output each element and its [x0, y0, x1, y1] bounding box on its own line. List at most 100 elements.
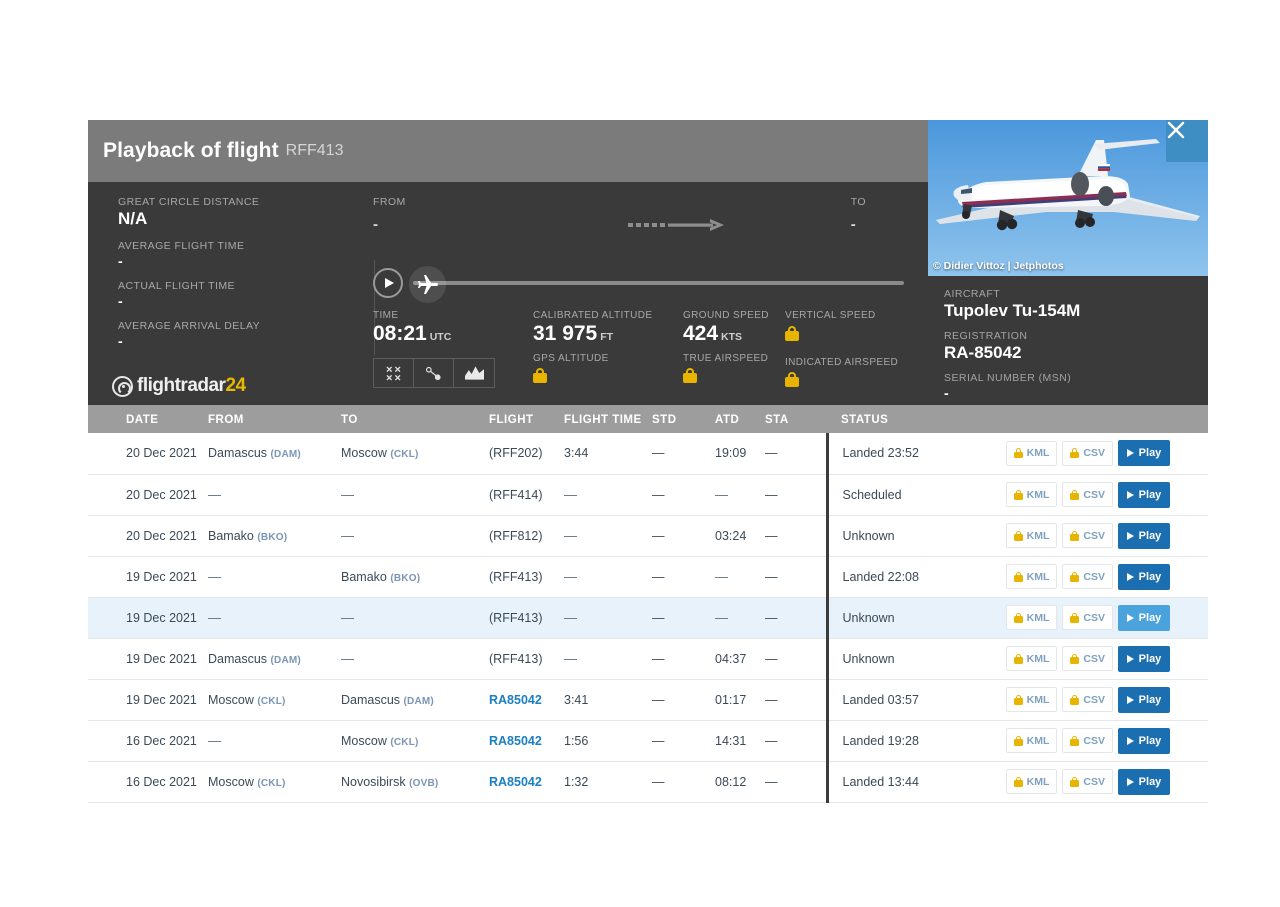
flight-number: (RFF812)	[489, 528, 543, 543]
lock-icon	[1070, 612, 1080, 623]
csv-download-button[interactable]: CSV	[1062, 687, 1113, 712]
csv-download-button[interactable]: CSV	[1062, 440, 1113, 466]
cell-sta: —	[765, 474, 827, 516]
destination-name: —	[341, 487, 354, 502]
column-header-from[interactable]: FROM	[208, 405, 341, 433]
column-header-date[interactable]: DATE	[88, 405, 208, 433]
slider-handle-airplane-icon[interactable]	[409, 266, 446, 303]
play-button[interactable]: Play	[1118, 604, 1170, 631]
play-button[interactable]: Play	[1118, 522, 1170, 549]
column-header-std[interactable]: STD	[652, 405, 715, 433]
play-triangle-icon	[385, 278, 394, 288]
cell-std: —	[652, 638, 715, 680]
column-header-status[interactable]: STATUS	[827, 405, 987, 433]
table-row[interactable]: 16 Dec 2021 Moscow (CKL) Novosibirsk (OVB)…	[88, 761, 1208, 803]
play-button[interactable]: Play	[1118, 768, 1170, 795]
kml-download-button[interactable]: KML	[1005, 564, 1058, 589]
csv-download-button[interactable]: CSV	[1062, 728, 1113, 753]
csv-download-button[interactable]: CSV	[1062, 646, 1113, 671]
play-triangle-icon	[1126, 449, 1134, 458]
lock-icon	[1070, 489, 1080, 500]
table-row[interactable]: 16 Dec 2021— Moscow (CKL) RA85042 1:56—14:3…	[88, 720, 1208, 762]
destination-name: Damascus	[341, 692, 401, 707]
true-airspeed-lock-icon[interactable]	[683, 368, 697, 384]
close-button[interactable]	[1166, 120, 1208, 162]
table-row[interactable]: 19 Dec 2021— — (RFF413) — — — — Unknown KML CSV Pl…	[88, 597, 1208, 639]
lock-icon	[1013, 530, 1023, 541]
origin-name: —	[208, 569, 221, 584]
table-row[interactable]: 19 Dec 2021 Moscow (CKL) Damascus (DAM) RA8…	[88, 679, 1208, 721]
playback-controls	[373, 260, 904, 306]
status-badge: Unknown	[842, 610, 895, 625]
column-header-sta[interactable]: STA	[765, 405, 827, 433]
altitude-graph-icon[interactable]	[454, 359, 494, 387]
column-header-flight-time[interactable]: FLIGHT TIME	[564, 405, 652, 433]
play-button[interactable]: Play	[1118, 686, 1170, 713]
collapse-icon[interactable]	[374, 359, 414, 387]
kml-download-button[interactable]: KML	[1005, 482, 1058, 507]
telemetry-readouts: TIME 08:21 UTC CALIBRATED ALTITUDE 31 97…	[373, 310, 987, 400]
play-button[interactable]: Play	[1118, 481, 1170, 508]
vertical-speed-lock-icon[interactable]	[785, 326, 799, 341]
cell-flight[interactable]: RA85042	[489, 679, 564, 721]
telemetry-vertical-speed: VERTICAL SPEED INDICATED AIRSPEED	[785, 310, 898, 392]
table-row[interactable]: 20 Dec 2021 Damascus (DAM) Moscow (CKL) (RF…	[88, 433, 1208, 475]
flight-playback-panel: Playback of flight RFF413 GREAT CIRCLE D…	[88, 120, 1208, 405]
playback-slider[interactable]	[409, 263, 904, 303]
route-arrow-icon	[628, 218, 726, 231]
page-title: Playback of flight	[103, 139, 279, 162]
cell-flight-time: 3:41	[564, 679, 652, 721]
play-button[interactable]: Play	[1118, 645, 1170, 672]
lock-icon	[1013, 489, 1023, 500]
play-button[interactable]: Play	[1118, 727, 1170, 754]
cell-std: —	[652, 474, 715, 516]
flight-number[interactable]: RA85042	[489, 734, 542, 748]
flight-number[interactable]: RA85042	[489, 775, 542, 789]
kml-download-button[interactable]: KML	[1005, 440, 1058, 466]
table-row[interactable]: 19 Dec 2021 Damascus (DAM) — (RFF413) — —04:3…	[88, 638, 1208, 680]
csv-download-button[interactable]: CSV	[1062, 605, 1113, 630]
column-header-flight[interactable]: FLIGHT	[489, 405, 564, 433]
cell-flight: (RFF414)	[489, 474, 564, 516]
cell-flight-time: 1:32	[564, 761, 652, 803]
table-row[interactable]: 19 Dec 2021— Bamako (BKO) (RFF413) — — — — Land…	[88, 556, 1208, 598]
csv-download-button[interactable]: CSV	[1062, 482, 1113, 507]
cell-flight: (RFF413)	[489, 638, 564, 680]
kml-download-button[interactable]: KML	[1005, 646, 1058, 671]
cell-atd: 01:17	[715, 679, 765, 721]
indicated-airspeed-lock-icon[interactable]	[785, 372, 799, 387]
play-button[interactable]: Play	[1118, 563, 1170, 590]
table-row[interactable]: 20 Dec 2021 Bamako (BKO) — (RFF812) — —03:24—…	[88, 515, 1208, 557]
flight-number[interactable]: RA85042	[489, 693, 542, 707]
destination-name: —	[341, 610, 354, 625]
column-header-to[interactable]: TO	[341, 405, 489, 433]
cell-to: Bamako (BKO)	[341, 556, 489, 598]
gps-altitude-label: GPS ALTITUDE	[533, 353, 609, 365]
kml-download-button[interactable]: KML	[1005, 687, 1058, 712]
csv-download-button[interactable]: CSV	[1062, 769, 1113, 794]
cell-actions: KML CSV Play	[987, 638, 1208, 680]
kml-download-button[interactable]: KML	[1005, 605, 1058, 630]
cell-flight[interactable]: RA85042	[489, 720, 564, 762]
play-button[interactable]: Play	[1118, 440, 1170, 467]
time-label: TIME	[373, 310, 399, 321]
table-row[interactable]: 20 Dec 2021— — (RFF414) — — — — Scheduled KML CSV…	[88, 474, 1208, 516]
gps-altitude-lock-icon[interactable]	[533, 368, 547, 384]
brand-suffix: 24	[225, 375, 246, 396]
route-icon[interactable]	[414, 359, 454, 387]
cell-from: Bamako (BKO)	[208, 515, 341, 557]
photo-credit: © Didier Vittoz | Jetphotos	[933, 260, 1064, 272]
slider-track[interactable]	[413, 281, 904, 285]
cell-sta: —	[765, 679, 827, 721]
kml-download-button[interactable]: KML	[1005, 769, 1058, 794]
vertical-speed-label: VERTICAL SPEED	[785, 310, 876, 321]
cell-flight: (RFF413)	[489, 556, 564, 598]
cell-from: —	[208, 474, 341, 516]
column-header-atd[interactable]: ATD	[715, 405, 765, 433]
kml-download-button[interactable]: KML	[1005, 728, 1058, 753]
cell-flight[interactable]: RA85042	[489, 761, 564, 803]
kml-download-button[interactable]: KML	[1005, 523, 1058, 548]
play-button[interactable]	[373, 268, 403, 298]
csv-download-button[interactable]: CSV	[1062, 564, 1113, 589]
csv-download-button[interactable]: CSV	[1062, 523, 1113, 548]
